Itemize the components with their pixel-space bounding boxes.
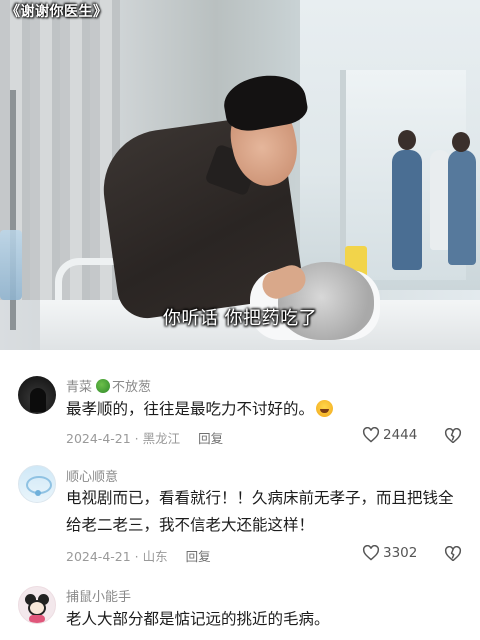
background-person	[430, 150, 450, 250]
username-text: 青菜	[66, 380, 93, 395]
avatar-figure	[30, 388, 46, 412]
comment-text: 电视剧而已，看看就行！！久病床前无孝子，而且把钱全给老二老三，我不信老大还能这样…	[66, 489, 454, 534]
comment-meta: 2024-4-21 · 黑龙江 回复	[66, 428, 223, 447]
like-count: 2444	[383, 427, 418, 443]
comment-date-location: 2024-4-21 · 黑龙江	[66, 431, 181, 446]
video-subtitle: 你听话 你把药吃了	[162, 308, 318, 329]
broken-heart-icon[interactable]	[444, 428, 462, 444]
laughing-crying-emoji-icon	[316, 400, 334, 417]
background-nurse	[448, 150, 476, 265]
like-button[interactable]: 3302	[362, 545, 417, 561]
background-nurse	[392, 150, 422, 270]
comment-text: 最孝顺的，往往是最吃力不讨好的。	[66, 396, 466, 423]
reply-button[interactable]: 回复	[198, 431, 223, 446]
background-nurse-head	[452, 132, 470, 152]
comment-username[interactable]: 顺心顺意	[66, 466, 118, 485]
broken-heart-icon[interactable]	[444, 546, 462, 562]
avatar[interactable]	[18, 465, 56, 503]
video-frame[interactable]: 《谢谢你医生》 你听话 你把药吃了	[0, 0, 480, 350]
comment-username[interactable]: 捕鼠小能手	[66, 586, 131, 605]
man-hair	[220, 69, 310, 135]
comment-text: 老人大部分都是惦记远的挑近的毛病。	[66, 610, 330, 628]
broccoli-icon	[96, 379, 111, 393]
comment-date-location: 2024-4-21 · 山东	[66, 549, 168, 564]
avatar-face	[28, 600, 46, 616]
avatar-dot	[35, 490, 41, 496]
avatar[interactable]	[18, 586, 56, 624]
like-button[interactable]: 2444	[362, 427, 417, 443]
iv-bag	[0, 230, 22, 300]
video-title-overlay: 《谢谢你医生》	[6, 4, 108, 20]
comment-username[interactable]: 青菜 不放葱	[66, 376, 151, 395]
comment-meta: 2024-4-21 · 山东 回复	[66, 546, 211, 565]
avatar-dress	[29, 615, 45, 623]
comment-list: 青菜 不放葱 最孝顺的，往往是最吃力不讨好的。 2024-4-21 · 黑龙江 回复…	[0, 350, 480, 640]
like-count: 3302	[383, 545, 418, 561]
avatar[interactable]	[18, 376, 56, 414]
comment-text-content: 最孝顺的，往往是最吃力不讨好的。	[66, 400, 315, 418]
heart-icon	[362, 427, 380, 443]
username-suffix: 不放葱	[112, 380, 152, 395]
heart-icon	[362, 545, 380, 561]
reply-button[interactable]: 回复	[186, 549, 211, 564]
background-nurse-head	[398, 130, 416, 150]
